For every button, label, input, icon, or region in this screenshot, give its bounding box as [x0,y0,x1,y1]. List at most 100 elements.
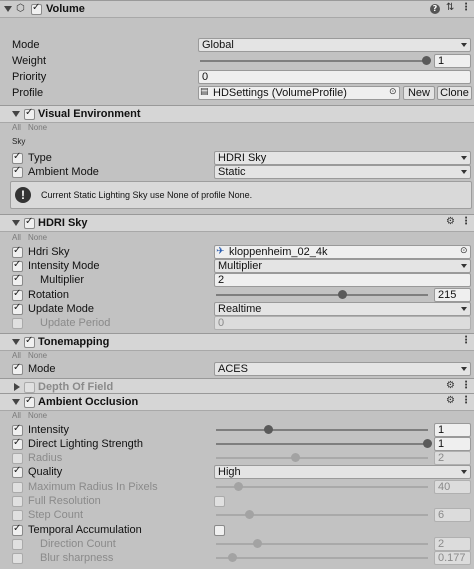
new-button[interactable]: New [403,86,435,100]
temporal-override-checkbox[interactable] [12,523,23,536]
collapse-triangle-icon[interactable] [4,6,12,12]
sliders-icon[interactable]: ⚙ [446,381,455,391]
radius-override-checkbox[interactable] [12,453,23,464]
step-count-slider-knob[interactable] [244,510,254,519]
intensity-field[interactable]: 1 [434,423,471,437]
collapse-triangle-icon[interactable] [12,339,20,345]
collapse-triangle-icon[interactable] [12,220,20,226]
blur-sharpness-field[interactable]: 0.177 [434,551,471,565]
weight-slider-knob[interactable] [422,56,431,65]
max-radius-override-checkbox[interactable] [12,482,23,493]
quality-dropdown[interactable]: High [214,465,471,479]
direction-count-slider-track[interactable] [216,543,428,545]
volume-component-header[interactable]: ⬡ Volume ? ⇅ ⋮ [0,0,474,18]
kebab-menu-icon[interactable]: ⋮ [461,217,471,227]
sliders-icon[interactable]: ⚙ [446,217,455,227]
depth-of-field-checkbox[interactable] [24,382,35,393]
all-toggle[interactable]: All [12,123,21,132]
direct-lighting-slider-track[interactable] [216,443,428,445]
intensity-override-checkbox[interactable] [12,423,23,436]
ambient-occlusion-checkbox[interactable] [24,395,35,408]
weight-field[interactable]: 1 [434,54,471,68]
temporal-accumulation-toggle[interactable] [214,525,225,536]
kebab-menu-icon[interactable]: ⋮ [461,396,471,406]
intensity-slider-knob[interactable] [264,425,273,434]
multiplier-override-checkbox[interactable] [12,273,23,286]
ambient-mode-dropdown[interactable]: Static [214,165,471,179]
none-toggle[interactable]: None [28,411,47,420]
weight-slider-track[interactable] [200,60,427,62]
update-period-override-checkbox[interactable] [12,318,23,329]
direction-count-override-checkbox[interactable] [12,539,23,550]
rotation-override-checkbox[interactable] [12,288,23,301]
sliders-icon[interactable]: ⚙ [446,396,455,406]
tonemapping-checkbox[interactable] [24,335,35,348]
rotation-field[interactable]: 215 [434,288,471,302]
tonemap-mode-override-checkbox[interactable] [12,362,23,375]
none-toggle[interactable]: None [28,123,47,132]
priority-field[interactable]: 0 [198,70,471,84]
full-res-override-checkbox[interactable] [12,496,23,507]
mode-dropdown[interactable]: Global [198,38,471,52]
update-mode-override-checkbox[interactable] [12,302,23,315]
kebab-menu-icon[interactable]: ⋮ [461,3,471,13]
blur-sharpness-override-checkbox[interactable] [12,553,23,564]
radius-field[interactable]: 2 [434,451,471,465]
type-override-checkbox[interactable] [12,151,23,164]
blur-sharpness-slider-knob[interactable] [227,553,237,562]
all-toggle[interactable]: All [12,351,21,360]
kebab-menu-icon[interactable]: ⋮ [461,336,471,346]
volume-enabled-checkbox[interactable] [31,2,42,15]
none-toggle[interactable]: None [28,351,47,360]
multiplier-field[interactable]: 2 [214,273,471,287]
ambient-override-checkbox[interactable] [12,165,23,178]
max-radius-slider-knob[interactable] [234,482,244,491]
all-toggle[interactable]: All [12,411,21,420]
object-picker-icon[interactable]: ⊙ [460,247,468,256]
radius-slider-knob[interactable] [290,453,300,462]
none-toggle[interactable]: None [28,233,47,242]
direction-count-slider-knob[interactable] [253,539,263,548]
update-mode-dropdown[interactable]: Realtime [214,302,471,316]
intensity-mode-dropdown[interactable]: Multiplier [214,259,471,273]
radius-slider-track[interactable] [216,457,428,459]
update-period-field[interactable]: 0 [214,316,471,330]
kebab-menu-icon[interactable]: ⋮ [461,381,471,391]
ambient-occlusion-header[interactable]: Ambient Occlusion ⚙ ⋮ [0,393,474,411]
expand-triangle-icon[interactable] [14,383,20,391]
max-radius-field[interactable]: 40 [434,480,471,494]
step-count-field[interactable]: 6 [434,508,471,522]
direct-lighting-slider-knob[interactable] [423,439,432,448]
hdri-override-checkbox[interactable] [12,245,23,258]
profile-field[interactable]: HDSettings (VolumeProfile) [198,86,400,100]
intensity-mode-value: Multiplier [218,260,263,272]
chevron-down-icon [461,307,467,311]
visual-environment-header[interactable]: Visual Environment [0,105,474,123]
direct-lighting-override-checkbox[interactable] [12,437,23,450]
step-count-override-checkbox[interactable] [12,510,23,521]
hdri-sky-header[interactable]: HDRI Sky ⚙ ⋮ [0,214,474,232]
rotation-slider-track[interactable] [216,294,428,296]
full-resolution-toggle[interactable] [214,496,225,507]
direction-count-field[interactable]: 2 [434,537,471,551]
intensity-mode-override-checkbox[interactable] [12,259,23,272]
intensity-slider-track[interactable] [216,429,428,431]
clone-button[interactable]: Clone [437,86,472,100]
help-icon[interactable]: ? [430,4,440,14]
direct-lighting-field[interactable]: 1 [434,437,471,451]
tonemap-mode-dropdown[interactable]: ACES [214,362,471,376]
hdri-sky-checkbox[interactable] [24,216,35,229]
tonemapping-header[interactable]: Tonemapping ⋮ [0,333,474,351]
hdri-sky-field[interactable]: kloppenheim_02_4k [214,245,471,259]
preset-icon[interactable]: ⇅ [446,3,454,13]
blur-sharpness-slider-track[interactable] [216,557,428,559]
collapse-triangle-icon[interactable] [12,111,20,117]
max-radius-slider-track[interactable] [216,486,428,488]
quality-override-checkbox[interactable] [12,465,23,478]
sky-type-dropdown[interactable]: HDRI Sky [214,151,471,165]
collapse-triangle-icon[interactable] [12,399,20,405]
all-toggle[interactable]: All [12,233,21,242]
rotation-slider-knob[interactable] [337,290,347,299]
object-picker-icon[interactable]: ⊙ [389,88,397,97]
visual-environment-checkbox[interactable] [24,107,35,120]
